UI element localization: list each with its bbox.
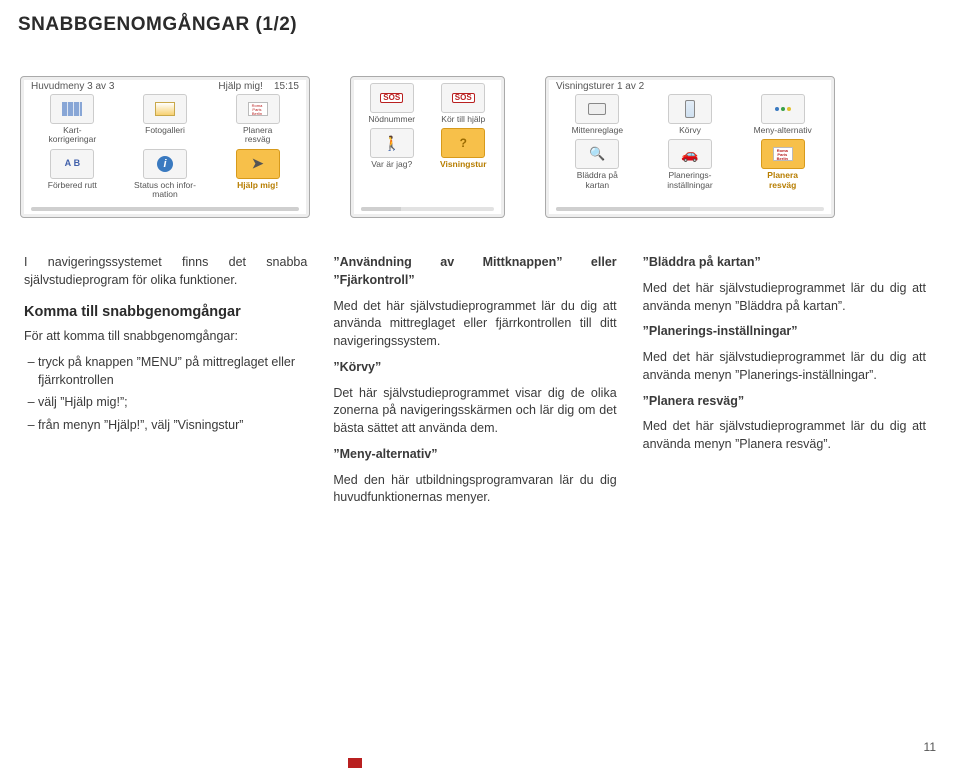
col1-heading: Komma till snabbgenomgångar xyxy=(24,302,307,323)
tile-label: Planera resväg xyxy=(243,126,272,145)
col2-h2: ”Körvy” xyxy=(333,359,616,377)
col2-h3: ”Meny-alternativ” xyxy=(333,446,616,464)
device-b-tile-1[interactable]: SOS Kör till hjälp xyxy=(431,83,497,124)
tile-label: Meny-alternativ xyxy=(754,126,812,135)
ctrl-icon xyxy=(575,94,619,124)
col2-p2: Det här självstudieprogrammet visar dig … xyxy=(333,385,616,438)
tile-label: Bläddra på kartan xyxy=(577,171,618,190)
device-a-tile-0[interactable]: Kart- korrigeringar xyxy=(29,94,116,145)
col1-intro: I navigeringssystemet finns det snabba s… xyxy=(24,254,307,290)
device-c-tile-1[interactable]: Körvy xyxy=(647,94,734,135)
tile-label: Kart- korrigeringar xyxy=(48,126,96,145)
col2-p1: Med det här självstudieprogrammet lär du… xyxy=(333,298,616,351)
col3-h1: ”Bläddra på kartan” xyxy=(643,254,926,272)
col2-p3: Med den här utbildningsprogramvaran lär … xyxy=(333,472,616,508)
list-item: från menyn ”Hjälp!”, välj ”Visningstur” xyxy=(38,417,307,435)
device-a-tile-4[interactable]: i Status och infor- mation xyxy=(122,149,209,200)
device-c-tile-5[interactable]: Planera resväg xyxy=(739,139,826,190)
device-a-header-time: 15:15 xyxy=(274,81,299,92)
footer-red-marker xyxy=(348,758,362,768)
tile-label: Visningstur xyxy=(440,160,487,169)
device-b-tile-0[interactable]: SOS Nödnummer xyxy=(359,83,425,124)
col3-p2: Med det här självstudieprogrammet lär du… xyxy=(643,349,926,385)
device-c-header-left: Visningsturer 1 av 2 xyxy=(556,81,644,92)
device-c-tile-4[interactable]: 🚗 Planerings- inställningar xyxy=(647,139,734,190)
device-c-tile-0[interactable]: Mittenreglage xyxy=(554,94,641,135)
tile-label: Förbered rutt xyxy=(48,181,97,190)
column-2: ”Användning av Mittknappen” eller ”Fjärk… xyxy=(333,254,616,515)
gallery-icon xyxy=(143,94,187,124)
i-icon: i xyxy=(143,149,187,179)
column-3: ”Bläddra på kartan” Med det här självstu… xyxy=(643,254,926,515)
device-a-tile-2[interactable]: Planera resväg xyxy=(214,94,301,145)
device-a-tile-3[interactable]: A B Förbered rutt xyxy=(29,149,116,200)
device-b-progress xyxy=(361,207,494,211)
device-b-tile-3[interactable]: ? Visningstur xyxy=(431,128,497,169)
route-icon xyxy=(761,139,805,169)
tile-label: Fotogalleri xyxy=(145,126,185,135)
device-a-tile-1[interactable]: Fotogalleri xyxy=(122,94,209,145)
tile-label: Status och infor- mation xyxy=(134,181,196,200)
tile-label: Var är jag? xyxy=(371,160,412,169)
list-item: tryck på knappen ”MENU” på mittreglaget … xyxy=(38,354,307,390)
device-c-tile-2[interactable]: Meny-alternativ xyxy=(739,94,826,135)
grid-icon xyxy=(50,94,94,124)
tile-label: Hjälp mig! xyxy=(237,181,278,190)
device-help-menu: SOS Nödnummer SOS Kör till hjälp 🚶 Var är jag… xyxy=(350,76,505,218)
column-1: I navigeringssystemet finns det snabba s… xyxy=(24,254,307,515)
col2-h1: ”Användning av Mittknappen” eller ”Fjärk… xyxy=(333,254,616,290)
help-icon: ➤ xyxy=(236,149,280,179)
tile-label: Nödnummer xyxy=(368,115,415,124)
tile-label: Kör till hjälp xyxy=(441,115,485,124)
device-a-header-help: Hjälp mig! xyxy=(218,81,262,92)
tile-label: Planerings- inställningar xyxy=(667,171,712,190)
device-c-progress xyxy=(556,207,824,211)
tile-label: Körvy xyxy=(679,126,701,135)
device-c-tile-3[interactable]: 🔍 Bläddra på kartan xyxy=(554,139,641,190)
route-icon xyxy=(236,94,280,124)
map-icon: 🔍 xyxy=(575,139,619,169)
sos-icon: SOS xyxy=(370,83,414,113)
device-a-progress xyxy=(31,207,299,211)
col3-p3: Med det här självstudieprogrammet lär du… xyxy=(643,418,926,454)
device-a-header-left: Huvudmeny 3 av 3 xyxy=(31,81,114,92)
remote-icon xyxy=(668,94,712,124)
col1-sub: För att komma till snabbgenomgångar: xyxy=(24,328,307,346)
car-icon: 🚗 xyxy=(668,139,712,169)
col3-h3: ”Planera resväg” xyxy=(643,393,926,411)
dots-icon xyxy=(761,94,805,124)
list-item: välj ”Hjälp mig!”; xyxy=(38,394,307,412)
page-number: 11 xyxy=(924,740,936,754)
device-screens-row: Huvudmeny 3 av 3 Hjälp mig! 15:15 Kart- … xyxy=(0,36,960,248)
device-a-tile-5[interactable]: ➤ Hjälp mig! xyxy=(214,149,301,200)
sos-icon: SOS xyxy=(441,83,485,113)
tile-label: Planera resväg xyxy=(767,171,798,190)
device-b-tile-2[interactable]: 🚶 Var är jag? xyxy=(359,128,425,169)
col3-h2: ”Planerings-inställningar” xyxy=(643,323,926,341)
ab-icon: A B xyxy=(50,149,94,179)
device-tours-menu: Visningsturer 1 av 2 Mittenreglage Körvy M… xyxy=(545,76,835,218)
col1-list: tryck på knappen ”MENU” på mittreglaget … xyxy=(24,354,307,435)
page-title: SNABBGENOMGÅNGAR (1/2) xyxy=(0,0,960,36)
qmark-icon: ? xyxy=(441,128,485,158)
body-text-columns: I navigeringssystemet finns det snabba s… xyxy=(0,248,960,515)
tile-label: Mittenreglage xyxy=(572,126,624,135)
person-icon: 🚶 xyxy=(370,128,414,158)
device-main-menu: Huvudmeny 3 av 3 Hjälp mig! 15:15 Kart- … xyxy=(20,76,310,218)
col3-p1: Med det här självstudieprogrammet lär du… xyxy=(643,280,926,316)
